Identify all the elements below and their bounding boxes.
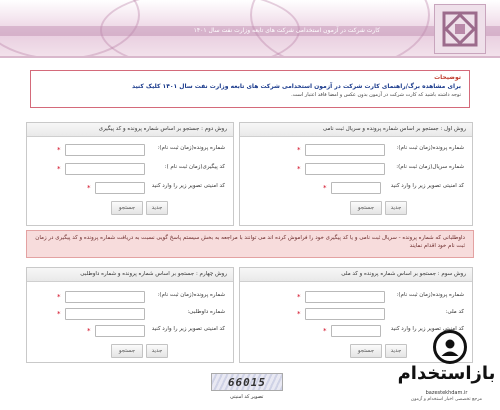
method3-national-id-input[interactable]: [305, 308, 385, 320]
required-marker: *: [297, 310, 301, 318]
required-marker: *: [297, 293, 301, 301]
method3-label-file: شماره پرونده(زمان ثبت نام):: [396, 292, 464, 298]
method3-file-input[interactable]: [305, 291, 385, 303]
required-marker: *: [57, 165, 61, 173]
person-search-icon: [433, 330, 467, 364]
notice-box: توضیحات برای مشاهده برگ/راهنمای کارت شرک…: [30, 70, 470, 108]
method1-serial-input[interactable]: [305, 163, 385, 175]
method2-label-file: شماره پرونده(زمان ثبت نام):: [157, 145, 225, 151]
required-marker: *: [323, 327, 327, 335]
method4-panel: روش چهارم : جستجو بر اساس شماره پرونده و…: [26, 267, 234, 363]
required-marker: *: [87, 184, 91, 192]
required-marker: *: [57, 146, 61, 154]
required-marker: *: [57, 293, 61, 301]
captcha-image: 66015: [211, 373, 283, 391]
method4-label-candidate: شماره داوطلبی:: [187, 309, 225, 315]
method4-label-file: شماره پرونده(زمان ثبت نام):: [157, 292, 225, 298]
method3-label-national-id: کد ملی:: [445, 309, 464, 315]
method2-panel: روش دوم : جستجو بر اساس شماره پرونده و ک…: [26, 122, 234, 226]
method2-title: روش دوم : جستجو بر اساس شماره پرونده و ک…: [27, 123, 233, 137]
required-marker: *: [297, 146, 301, 154]
method1-title: روش اول : جستجو بر اساس شماره پرونده و س…: [240, 123, 472, 137]
method3-title: روش سوم : جستجو بر اساس شماره پرونده و ک…: [240, 268, 472, 282]
method1-label-captcha: کد امنیتی تصویر زیر را وارد کنید: [390, 183, 464, 189]
header-banner: کارت شرکت در آزمون استخدامی شرکت های تاب…: [0, 0, 500, 58]
notice-link[interactable]: برای مشاهده برگ/راهنمای کارت شرکت در آزم…: [39, 83, 461, 90]
method4-file-input[interactable]: [65, 291, 145, 303]
method4-candidate-input[interactable]: [65, 308, 145, 320]
method2-captcha-input[interactable]: [95, 182, 145, 194]
method3-search-button[interactable]: جستجو: [350, 344, 382, 358]
method4-search-button[interactable]: جستجو: [111, 344, 143, 358]
company-logo: [434, 4, 486, 54]
required-marker: *: [57, 310, 61, 318]
method1-file-input[interactable]: [305, 144, 385, 156]
method2-label-tracking: کد پیگیری(زمان ثبت نام ):: [164, 164, 225, 170]
watermark-url: bazestekhdam.ir: [425, 390, 468, 396]
page-title: کارت شرکت در آزمون استخدامی شرکت های تاب…: [193, 27, 380, 34]
method1-captcha-input[interactable]: [331, 182, 381, 194]
required-marker: *: [297, 165, 301, 173]
watermark-subtitle: مرجع تخصصی اخبار استخدام و آزمون: [410, 397, 483, 402]
forgot-info-alert: داوطلبانی که شماره پرونده - سریال ثبت نا…: [26, 230, 474, 258]
notice-title: توضیحات: [434, 74, 461, 81]
method4-new-button[interactable]: جدید: [146, 344, 168, 358]
method1-panel: روش اول : جستجو بر اساس شماره پرونده و س…: [239, 122, 473, 226]
captcha-label: تصویر کد امنیتی: [230, 394, 264, 400]
method4-captcha-input[interactable]: [95, 325, 145, 337]
watermark-brand: بازاستخدام: [397, 363, 496, 384]
notice-note: توجه داشته باشید که کارت شرکت در آزمون ب…: [291, 92, 461, 98]
method2-label-captcha: کد امنیتی تصویر زیر را وارد کنید: [151, 183, 225, 189]
method1-search-button[interactable]: جستجو: [350, 201, 382, 215]
method4-label-captcha: کد امنیتی تصویر زیر را وارد کنید: [151, 326, 225, 332]
method2-tracking-input[interactable]: [65, 163, 145, 175]
method1-label-file: شماره پرونده(زمان ثبت نام):: [396, 145, 464, 151]
method1-new-button[interactable]: جدید: [385, 201, 407, 215]
logo-knot-icon: [442, 11, 478, 47]
method3-captcha-input[interactable]: [331, 325, 381, 337]
required-marker: *: [323, 184, 327, 192]
method1-label-serial: شماره سریال(زمان ثبت نام):: [396, 164, 464, 170]
method2-search-button[interactable]: جستجو: [111, 201, 143, 215]
site-watermark: بازاستخدام bazestekhdam.ir مرجع تخصصی اخ…: [395, 330, 498, 408]
method2-new-button[interactable]: جدید: [146, 201, 168, 215]
method2-file-input[interactable]: [65, 144, 145, 156]
method4-title: روش چهارم : جستجو بر اساس شماره پرونده و…: [27, 268, 233, 282]
required-marker: *: [87, 327, 91, 335]
